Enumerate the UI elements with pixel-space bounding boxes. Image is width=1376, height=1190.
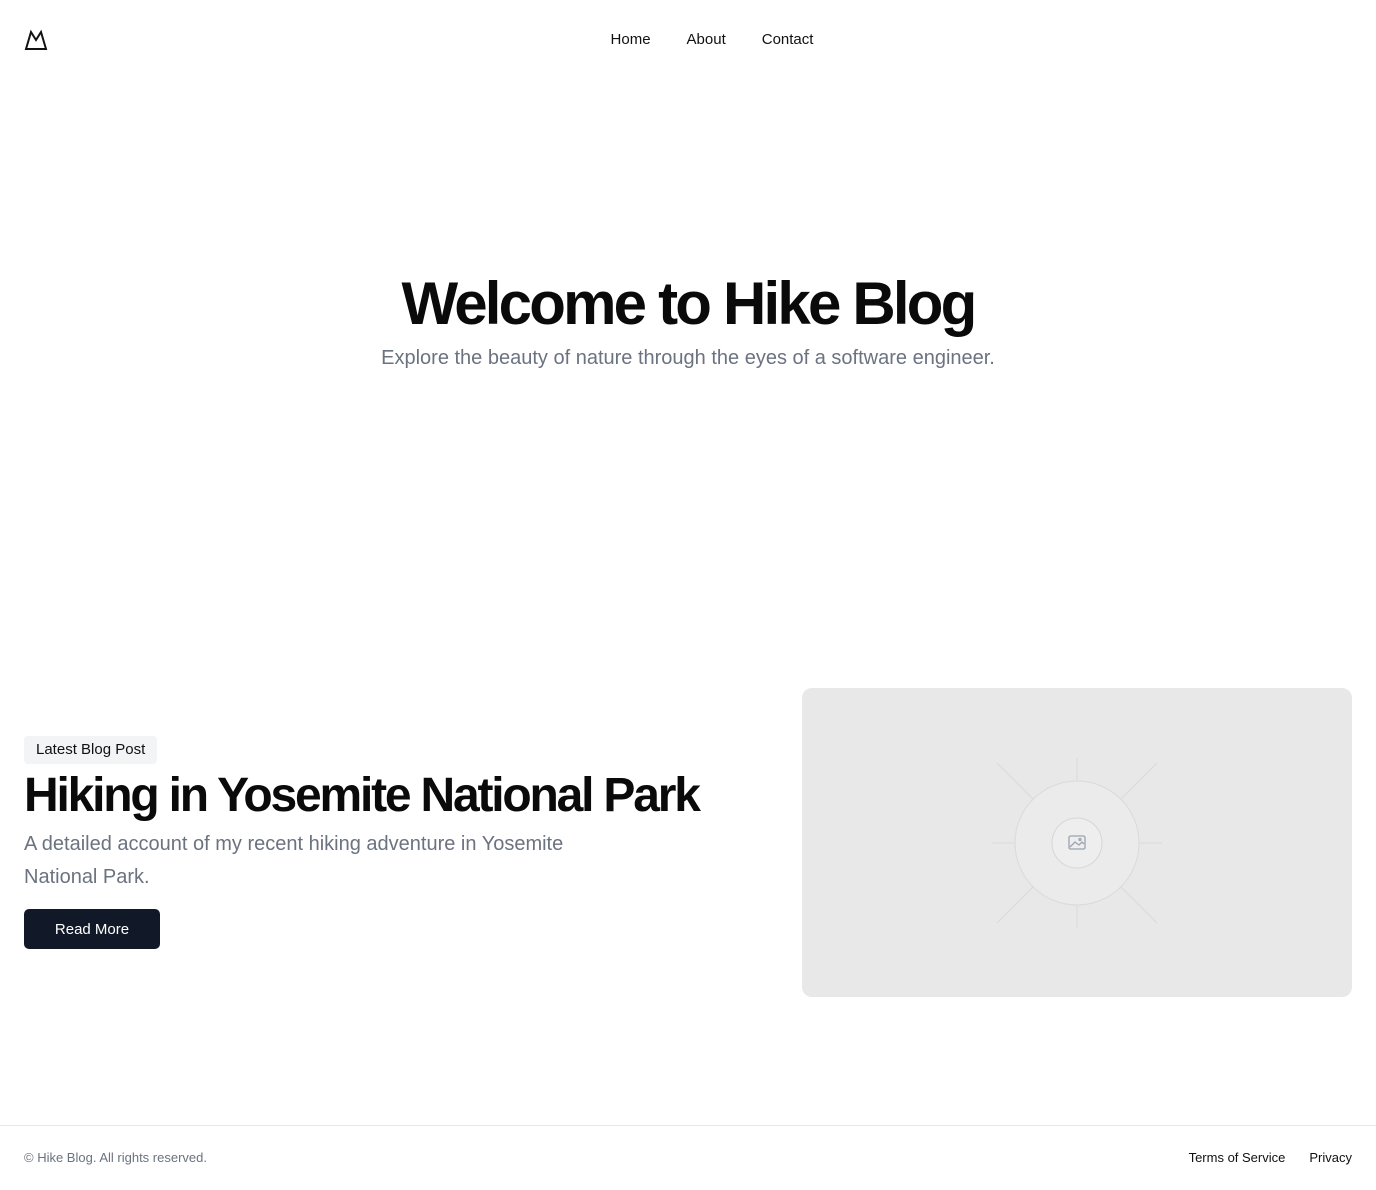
latest-post-badge: Latest Blog Post	[24, 736, 158, 764]
read-more-button[interactable]: Read More	[24, 909, 160, 949]
nav-about-link[interactable]: About	[687, 30, 726, 50]
footer-links: Terms of Service Privacy	[1189, 1150, 1352, 1166]
image-placeholder-icon	[992, 758, 1162, 928]
hero-section: Welcome to Hike Blog Explore the beauty …	[0, 270, 1376, 372]
site-footer: © Hike Blog. All rights reserved. Terms …	[0, 1125, 1376, 1190]
terms-of-service-link[interactable]: Terms of Service	[1189, 1150, 1286, 1166]
copyright-text: © Hike Blog. All rights reserved.	[24, 1150, 207, 1165]
nav-home-link[interactable]: Home	[611, 30, 651, 50]
post-title: Hiking in Yosemite National Park	[24, 769, 701, 822]
site-header: Home About Contact	[0, 0, 1376, 80]
nav-contact-link[interactable]: Contact	[762, 30, 814, 50]
post-description: A detailed account of my recent hiking a…	[24, 833, 564, 888]
page: Home About Contact Welcome to Hike Blog …	[0, 0, 1376, 1190]
post-image	[802, 688, 1352, 997]
hero-title: Welcome to Hike Blog	[401, 270, 977, 337]
hero-subtitle: Explore the beauty of nature through the…	[381, 347, 995, 369]
main-nav: Home About Contact	[0, 30, 1376, 50]
privacy-link[interactable]: Privacy	[1309, 1150, 1352, 1166]
featured-post: Latest Blog Post Hiking in Yosemite Nati…	[24, 688, 1352, 997]
